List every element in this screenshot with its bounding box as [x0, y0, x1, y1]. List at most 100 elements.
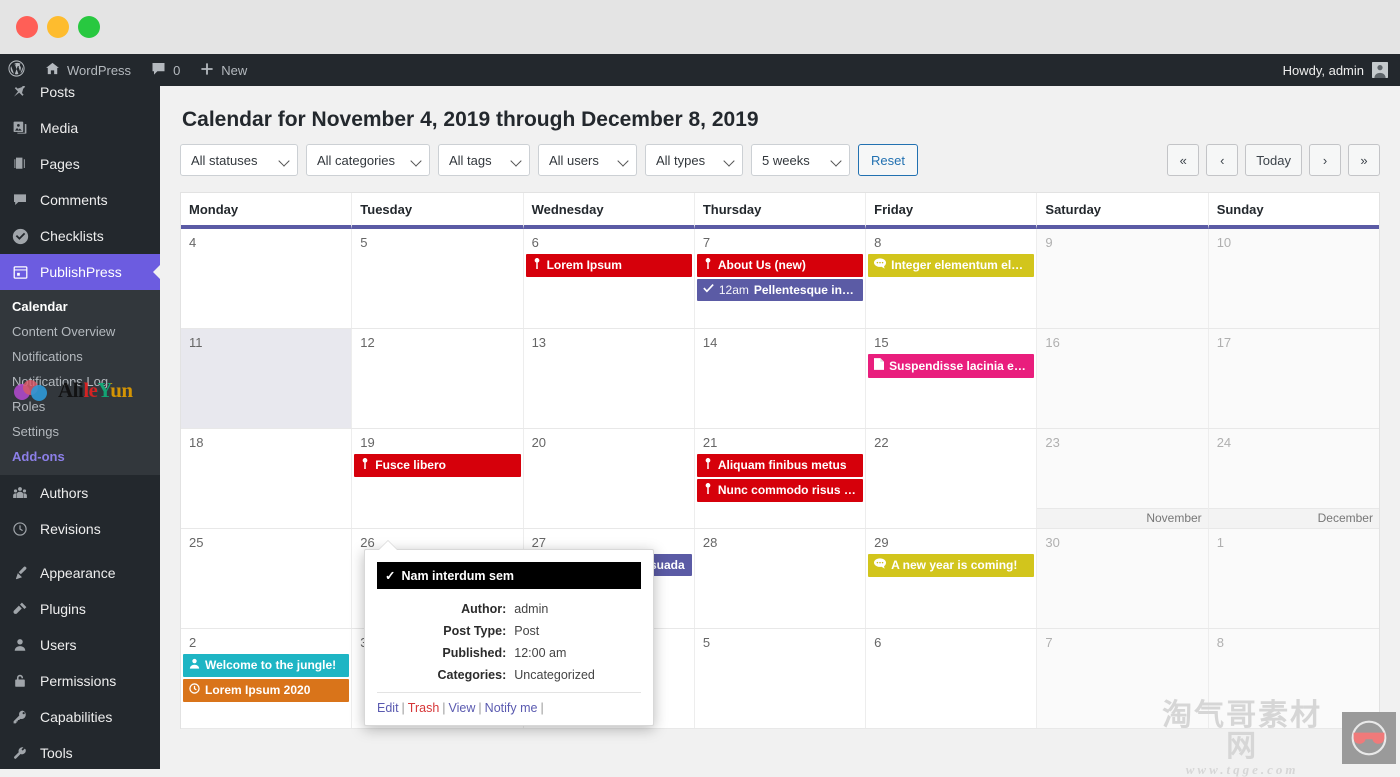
calendar-day-cell[interactable]: 14 [695, 329, 866, 428]
howdy-label[interactable]: Howdy, admin [1283, 63, 1364, 78]
filter-weeks[interactable]: 5 weeks [751, 144, 850, 176]
sidebar-item-posts[interactable]: Posts [0, 86, 160, 110]
calendar-header-thursday: Thursday [695, 193, 866, 229]
calendar-event[interactable]: Lorem Ipsum 2020 [183, 679, 349, 702]
calendar-event[interactable]: Fusce libero [354, 454, 520, 477]
sidebar-item-checklists[interactable]: Checklists [0, 218, 160, 254]
filter-status[interactable]: All statuses [180, 144, 298, 176]
sidebar-item-permissions[interactable]: Permissions [0, 663, 160, 699]
calendar-day-cell[interactable]: 7 [1037, 629, 1208, 728]
calendar-event[interactable]: Welcome to the jungle! [183, 654, 349, 677]
calendar-day-cell[interactable]: 8Integer elementum elei... [866, 229, 1037, 328]
tooltip-notify-link[interactable]: Notify me [485, 701, 538, 715]
calendar-day-cell[interactable]: 29A new year is coming! [866, 529, 1037, 628]
calendar-day-cell[interactable]: 28 [695, 529, 866, 628]
calendar-day-cell[interactable]: 8 [1209, 629, 1379, 728]
calendar-day-cell[interactable]: 30 [1037, 529, 1208, 628]
calendar-day-cell[interactable]: 11 [181, 329, 352, 428]
calendar-day-cell[interactable]: 5 [352, 229, 523, 328]
sidebar-item-revisions[interactable]: Revisions [0, 511, 160, 547]
sidebar-item-users[interactable]: Users [0, 627, 160, 663]
calendar-event[interactable]: Nunc commodo risus c... [697, 479, 863, 502]
sidebar-item-authors[interactable]: Authors [0, 475, 160, 511]
comments-link[interactable]: 0 [141, 54, 190, 86]
new-content-link[interactable]: New [190, 54, 257, 86]
sidebar-item-content-overview[interactable]: Content Overview [0, 319, 160, 344]
tooltip-trash-link[interactable]: Trash [408, 701, 440, 715]
sidebar-item-comments[interactable]: Comments [0, 182, 160, 218]
calendar-day-cell[interactable]: 9 [1037, 229, 1208, 328]
calendar-day-cell[interactable]: 22 [866, 429, 1037, 528]
sidebar-item-appearance[interactable]: Appearance [0, 555, 160, 591]
calendar-event[interactable]: About Us (new) [697, 254, 863, 277]
calendar-day-cell[interactable]: 21Aliquam finibus metusNunc commodo risu… [695, 429, 866, 528]
calendar-header-monday: Monday [181, 193, 352, 229]
authors-icon [10, 483, 30, 503]
sidebar-item-media[interactable]: Media [0, 110, 160, 146]
sidebar-item-label: Authors [40, 484, 88, 502]
calendar-day-cell[interactable]: 25 [181, 529, 352, 628]
calendar-day-cell[interactable]: 18 [181, 429, 352, 528]
calendar-day-cell[interactable]: 6 [866, 629, 1037, 728]
calendar-day-cell[interactable]: 15Suspendisse lacinia enim [866, 329, 1037, 428]
calendar-day-cell[interactable]: 10 [1209, 229, 1379, 328]
window-minimize-button[interactable] [47, 16, 69, 38]
nav-last-button[interactable]: » [1348, 144, 1380, 176]
calendar-day-cell[interactable]: 7About Us (new)12amPellentesque in a... [695, 229, 866, 328]
reset-button[interactable]: Reset [858, 144, 918, 176]
calendar-day-cell[interactable]: 12 [352, 329, 523, 428]
sidebar-item-addons[interactable]: Add-ons [0, 444, 160, 469]
calendar-event[interactable]: Lorem Ipsum [526, 254, 692, 277]
calendar-day-cell[interactable]: 17 [1209, 329, 1379, 428]
day-events: Fusce libero [352, 454, 522, 477]
calendar-day-cell[interactable]: 24December [1209, 429, 1379, 528]
tooltip-view-link[interactable]: View [449, 701, 476, 715]
sidebar-item-settings[interactable]: Settings [0, 419, 160, 444]
calendar-day-cell[interactable]: 13 [524, 329, 695, 428]
day-events: Integer elementum elei... [866, 254, 1036, 277]
filter-types[interactable]: All types [645, 144, 743, 176]
calendar-day-cell[interactable]: 1 [1209, 529, 1379, 628]
filter-users[interactable]: All users [538, 144, 637, 176]
avatar[interactable] [1372, 62, 1388, 78]
sidebar-item-roles[interactable]: Roles [0, 394, 160, 419]
calendar-event[interactable]: 12amPellentesque in a... [697, 279, 863, 301]
calendar-day-cell[interactable]: 19Fusce libero [352, 429, 523, 528]
window-maximize-button[interactable] [78, 16, 100, 38]
calendar-day-cell[interactable]: 4 [181, 229, 352, 328]
site-name-link[interactable]: WordPress [35, 54, 141, 86]
sidebar-item-notifications[interactable]: Notifications [0, 344, 160, 369]
event-tooltip[interactable]: ✓ Nam interdum sem Author: admin Post Ty… [364, 549, 654, 726]
calendar-event[interactable]: Aliquam finibus metus [697, 454, 863, 477]
day-number: 30 [1037, 535, 1207, 554]
calendar-day-cell[interactable]: 5 [695, 629, 866, 728]
sidebar-item-plugins[interactable]: Plugins [0, 591, 160, 627]
filter-tags[interactable]: All tags [438, 144, 530, 176]
calendar-day-cell[interactable]: 16 [1037, 329, 1208, 428]
nav-next-button[interactable]: › [1309, 144, 1341, 176]
nav-today-button[interactable]: Today [1245, 144, 1302, 176]
sidebar-item-notifications-log[interactable]: Notifications Log [0, 369, 160, 394]
calendar-day-cell[interactable]: 23November [1037, 429, 1208, 528]
sidebar-item-label: Plugins [40, 600, 86, 618]
calendar-day-cell[interactable]: 20 [524, 429, 695, 528]
sidebar-item-pages[interactable]: Pages [0, 146, 160, 182]
calendar-event[interactable]: Suspendisse lacinia enim [868, 354, 1034, 378]
wordpress-logo-button[interactable] [0, 54, 35, 86]
calendar-event[interactable]: A new year is coming! [868, 554, 1034, 577]
nav-first-button[interactable]: « [1167, 144, 1199, 176]
calendar-day-cell[interactable]: 2Welcome to the jungle!Lorem Ipsum 2020 [181, 629, 352, 728]
sidebar-item-label: Pages [40, 155, 80, 173]
sidebar-item-label: Permissions [40, 672, 116, 690]
filter-categories[interactable]: All categories [306, 144, 430, 176]
sidebar-item-capabilities[interactable]: Capabilities [0, 699, 160, 735]
sidebar-item-tools[interactable]: Tools [0, 735, 160, 769]
calendar-day-cell[interactable]: 6Lorem Ipsum [524, 229, 695, 328]
tooltip-edit-link[interactable]: Edit [377, 701, 399, 715]
calendar-event[interactable]: Integer elementum elei... [868, 254, 1034, 277]
window-close-button[interactable] [16, 16, 38, 38]
sidebar-item-calendar[interactable]: Calendar [0, 294, 160, 319]
sidebar-item-label: Capabilities [40, 708, 112, 726]
nav-prev-button[interactable]: ‹ [1206, 144, 1238, 176]
sidebar-item-publishpress[interactable]: PublishPress [0, 254, 160, 290]
